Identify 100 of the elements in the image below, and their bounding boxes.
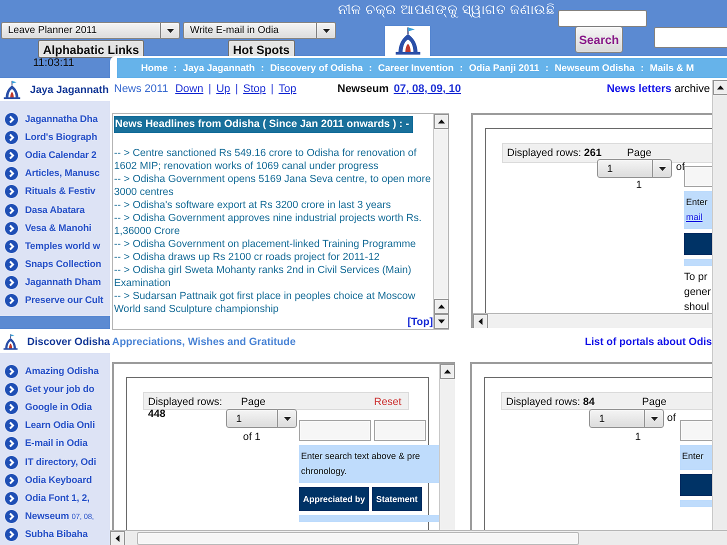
- separator: |: [270, 83, 274, 95]
- search-button[interactable]: Search: [575, 26, 623, 53]
- section-title: Jaya Jagannath: [30, 84, 109, 96]
- headline-link[interactable]: -- > Sudarsan Pattnaik got first place in peoples choice at Moscow World sand Sculpture championship: [114, 290, 433, 316]
- headline-link[interactable]: -- > Odisha Government on placement-linked Training Programme: [114, 238, 433, 251]
- sidebar-link[interactable]: Learn Odia Onli: [25, 420, 95, 432]
- arrow-circle-icon: [5, 382, 18, 396]
- sidebar-link[interactable]: Vesa & Manohi: [25, 222, 92, 234]
- sidebar-link[interactable]: E-mail in Odia: [25, 438, 88, 450]
- headline-link[interactable]: -- > Odisha's software export at Rs 3200 crore in last 3 years: [114, 199, 433, 212]
- separator: :: [368, 62, 372, 74]
- separator: :: [174, 62, 177, 74]
- caret-icon[interactable]: [166, 28, 174, 32]
- arrow-circle-icon: [5, 474, 18, 487]
- search-field[interactable]: [374, 420, 426, 441]
- sidebar-link[interactable]: IT directory, Odi: [25, 456, 96, 468]
- arrow-circle-icon: [5, 276, 18, 290]
- sidebar-link[interactable]: Dasa Abatara: [25, 204, 85, 216]
- scroll-link[interactable]: Stop: [243, 83, 266, 95]
- scroll-link[interactable]: Up: [216, 83, 230, 95]
- sidebar-link[interactable]: Articles, Manusc: [25, 168, 100, 180]
- sidebar-link[interactable]: Preserve our Cult: [25, 295, 104, 306]
- section-title: Discover Odisha: [27, 336, 110, 348]
- rows-count: Displayed rows: 261: [507, 147, 602, 159]
- sidebar-link[interactable]: Jagannath Dham: [25, 277, 101, 288]
- search-field[interactable]: [558, 10, 647, 27]
- left-arrow-icon[interactable]: [110, 530, 125, 545]
- page-select[interactable]: 1: [597, 159, 672, 178]
- hint-text: Enter mail: [684, 191, 712, 229]
- page-count: of 1: [243, 431, 261, 443]
- scroll-link[interactable]: Top: [278, 83, 296, 95]
- headline-link[interactable]: -- > Centre sanctioned Rs 549.16 crore to Odisha for renovation of 1602 MIP; renovation works of 1069 canal under progress: [114, 147, 433, 173]
- headline-link[interactable]: -- > Odisha Government opens 5169 Jana Seva centre, to open more 3000 centres: [114, 173, 433, 199]
- newsletters-link[interactable]: News letters: [606, 83, 672, 95]
- scroll-link[interactable]: Down: [175, 83, 204, 95]
- page-label: Page: [241, 396, 266, 408]
- page-label: Page: [627, 147, 652, 159]
- arrow-circle-icon: [5, 437, 18, 450]
- issue-links[interactable]: 07, 08, 09, 10: [394, 83, 462, 95]
- note-text: To pr gener shoul: [684, 270, 712, 315]
- headline-link[interactable]: -- > Odisha girl Sweta Mohanty ranks 2nd in Civil Services (Main) Examination: [114, 264, 433, 290]
- sidebar-link[interactable]: Get your job do: [25, 384, 94, 395]
- reset-link[interactable]: Reset: [374, 396, 402, 408]
- arrow-circle-icon: [5, 258, 18, 272]
- sidebar-link[interactable]: Snaps Collection: [25, 259, 102, 270]
- caret-icon[interactable]: [284, 416, 290, 420]
- separator: :: [460, 62, 463, 74]
- sidebar-link[interactable]: Rituals & Festiv: [25, 186, 96, 198]
- arrow-circle-icon: [5, 401, 18, 414]
- sidebar-link[interactable]: Lord's Biograph: [25, 132, 98, 143]
- top-link[interactable]: [Top]: [408, 316, 433, 328]
- news-header: News Headlines from Odisha ( Since Jan 2011 onwards ) : -: [114, 116, 414, 133]
- arrow-circle-icon: [5, 167, 18, 180]
- arrow-circle-icon: [5, 419, 18, 432]
- dropdown[interactable]: Leave Planner 2011: [1, 22, 180, 39]
- sidebar-link[interactable]: Odia Font 1, 2,: [25, 492, 90, 504]
- caret-icon[interactable]: [322, 28, 330, 32]
- scrollbar[interactable]: [473, 313, 712, 328]
- sidebar-link[interactable]: Subha Bibaha: [25, 529, 88, 540]
- hint-text: Enter: [680, 445, 712, 470]
- column-header[interactable]: Statement: [372, 487, 422, 511]
- email-link[interactable]: mail: [686, 212, 703, 222]
- page-count: 1: [635, 431, 641, 443]
- dropdown[interactable]: Write E-mail in Odia: [183, 22, 336, 39]
- search-field[interactable]: [299, 420, 371, 441]
- arrow-circle-icon: [5, 456, 18, 469]
- scrollbar[interactable]: [712, 80, 727, 530]
- tagline: ନୀଳ ଚକ୍ର ଆପଣଙ୍କୁ ସ୍ୱାଗତ ଜଣାଉଛି: [338, 2, 556, 18]
- scrollbar[interactable]: [439, 364, 455, 530]
- link-button[interactable]: Alphabatic Links: [38, 40, 144, 58]
- sidebar-link[interactable]: Odia Keyboard: [25, 474, 92, 486]
- page-count: of: [676, 161, 685, 173]
- separator: :: [260, 62, 264, 74]
- portals-link[interactable]: List of portals about Odis: [584, 336, 712, 348]
- column-header[interactable]: Appreciated by: [299, 487, 370, 511]
- sidebar-link[interactable]: Jagannatha Dha: [25, 114, 98, 125]
- caret-icon[interactable]: [658, 166, 666, 170]
- up-arrow-icon[interactable]: [713, 80, 727, 95]
- separator: :: [640, 62, 644, 74]
- separator: |: [235, 83, 238, 95]
- page-select[interactable]: 1: [226, 409, 297, 428]
- sidebar-link[interactable]: Google in Odia: [25, 402, 92, 414]
- text-field[interactable]: [654, 27, 727, 48]
- clock: 11:03:11: [33, 57, 74, 69]
- arrow-circle-icon: [5, 528, 18, 542]
- sidebar-link[interactable]: Temples world w: [25, 240, 100, 252]
- separator: :: [545, 62, 549, 74]
- sidebar-link[interactable]: Amazing Odisha: [25, 366, 99, 377]
- page-count: 1: [636, 179, 642, 191]
- newseum-label: Newseum: [337, 83, 389, 95]
- caret-icon[interactable]: [650, 416, 658, 420]
- arrow-circle-icon: [5, 112, 18, 126]
- headline-link[interactable]: -- > Odisha draws up Rs 2100 cr roads project for 2011-12: [114, 251, 433, 264]
- rows-count: Displayed rows: 448: [148, 396, 224, 420]
- sidebar-link[interactable]: Odia Calendar 2: [25, 150, 97, 161]
- arrow-circle-icon: [5, 510, 18, 524]
- page-select[interactable]: 1: [589, 409, 664, 428]
- left-arrow-icon[interactable]: [473, 314, 488, 328]
- scrollbar[interactable]: [110, 530, 727, 545]
- headline-link[interactable]: -- > Odisha Government approves nine industrial projects worth Rs. 1,36000 Crore: [114, 212, 433, 238]
